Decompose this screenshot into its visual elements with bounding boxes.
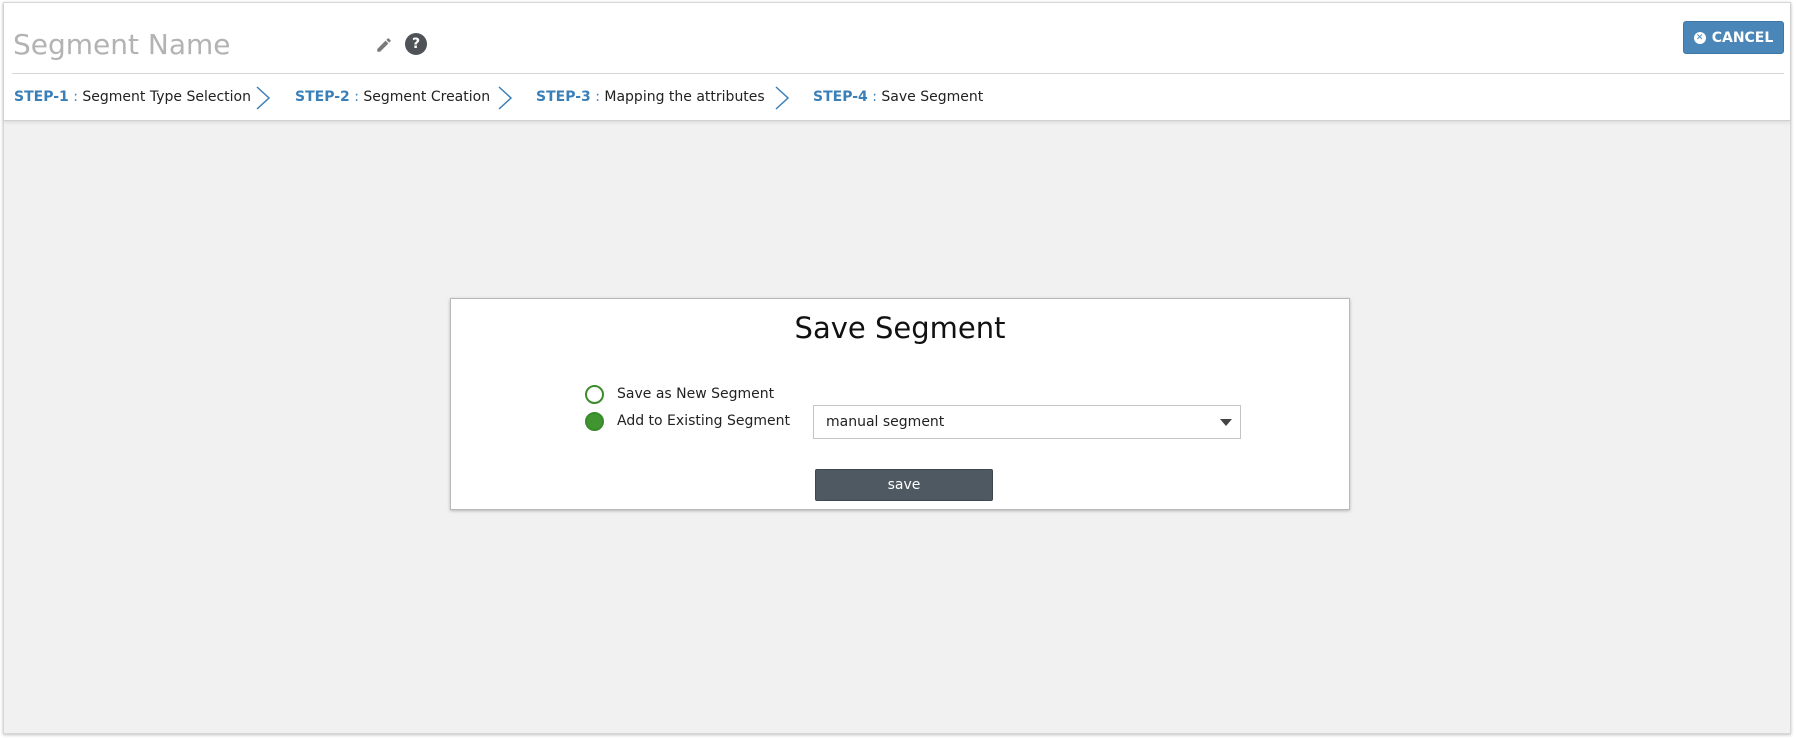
chevron-right-icon bbox=[498, 86, 513, 110]
step-number: STEP-1 bbox=[14, 89, 69, 105]
step-label: Save Segment bbox=[881, 89, 984, 105]
radio-add-to-existing[interactable] bbox=[585, 411, 604, 431]
app-frame: ? ✕ CANCEL STEP-1 : Segment Type Selecti… bbox=[3, 2, 1791, 734]
segment-name-input[interactable] bbox=[13, 21, 373, 67]
save-segment-panel: Save Segment Save as New Segment Add to … bbox=[450, 298, 1350, 510]
panel-title: Save Segment bbox=[794, 311, 1006, 345]
selected-segment: manual segment bbox=[826, 414, 945, 430]
step-number: STEP-4 bbox=[813, 89, 868, 105]
header: ? ✕ CANCEL STEP-1 : Segment Type Selecti… bbox=[4, 3, 1790, 121]
step-number: STEP-2 bbox=[295, 89, 350, 105]
step-label: Mapping the attributes bbox=[604, 89, 765, 105]
save-button[interactable]: save bbox=[815, 469, 993, 501]
radio-label: Add to Existing Segment bbox=[617, 413, 790, 429]
title-row: ? ✕ CANCEL bbox=[4, 3, 1790, 73]
radio-label: Save as New Segment bbox=[617, 386, 775, 402]
step-separator: : bbox=[68, 89, 83, 105]
step-separator: : bbox=[349, 89, 364, 105]
cancel-button[interactable]: ✕ CANCEL bbox=[1683, 21, 1784, 54]
step-2[interactable]: STEP-2 : Segment Creation bbox=[295, 85, 490, 109]
pencil-icon[interactable] bbox=[375, 36, 393, 54]
step-label: Segment Type Selection bbox=[82, 89, 251, 105]
step-3[interactable]: STEP-3 : Mapping the attributes bbox=[536, 85, 765, 109]
chevron-right-icon bbox=[775, 86, 790, 110]
step-breadcrumb: STEP-1 : Segment Type Selection STEP-2 :… bbox=[11, 85, 1211, 110]
header-divider bbox=[12, 73, 1784, 74]
step-number: STEP-3 bbox=[536, 89, 591, 105]
step-4[interactable]: STEP-4 : Save Segment bbox=[813, 85, 983, 109]
close-circle-icon: ✕ bbox=[1693, 31, 1706, 44]
option-add-to-existing[interactable]: Add to Existing Segment bbox=[585, 410, 790, 432]
cancel-label: CANCEL bbox=[1711, 29, 1774, 46]
help-icon[interactable]: ? bbox=[405, 33, 427, 55]
step-separator: : bbox=[590, 89, 605, 105]
step-label: Segment Creation bbox=[363, 89, 491, 105]
chevron-right-icon bbox=[256, 86, 271, 110]
option-save-as-new[interactable]: Save as New Segment bbox=[585, 383, 774, 405]
radio-save-as-new[interactable] bbox=[585, 384, 604, 404]
step-1[interactable]: STEP-1 : Segment Type Selection bbox=[14, 85, 251, 109]
caret-down-icon bbox=[1220, 419, 1232, 426]
existing-segment-select[interactable]: manual segment bbox=[813, 405, 1241, 439]
step-separator: : bbox=[867, 89, 882, 105]
